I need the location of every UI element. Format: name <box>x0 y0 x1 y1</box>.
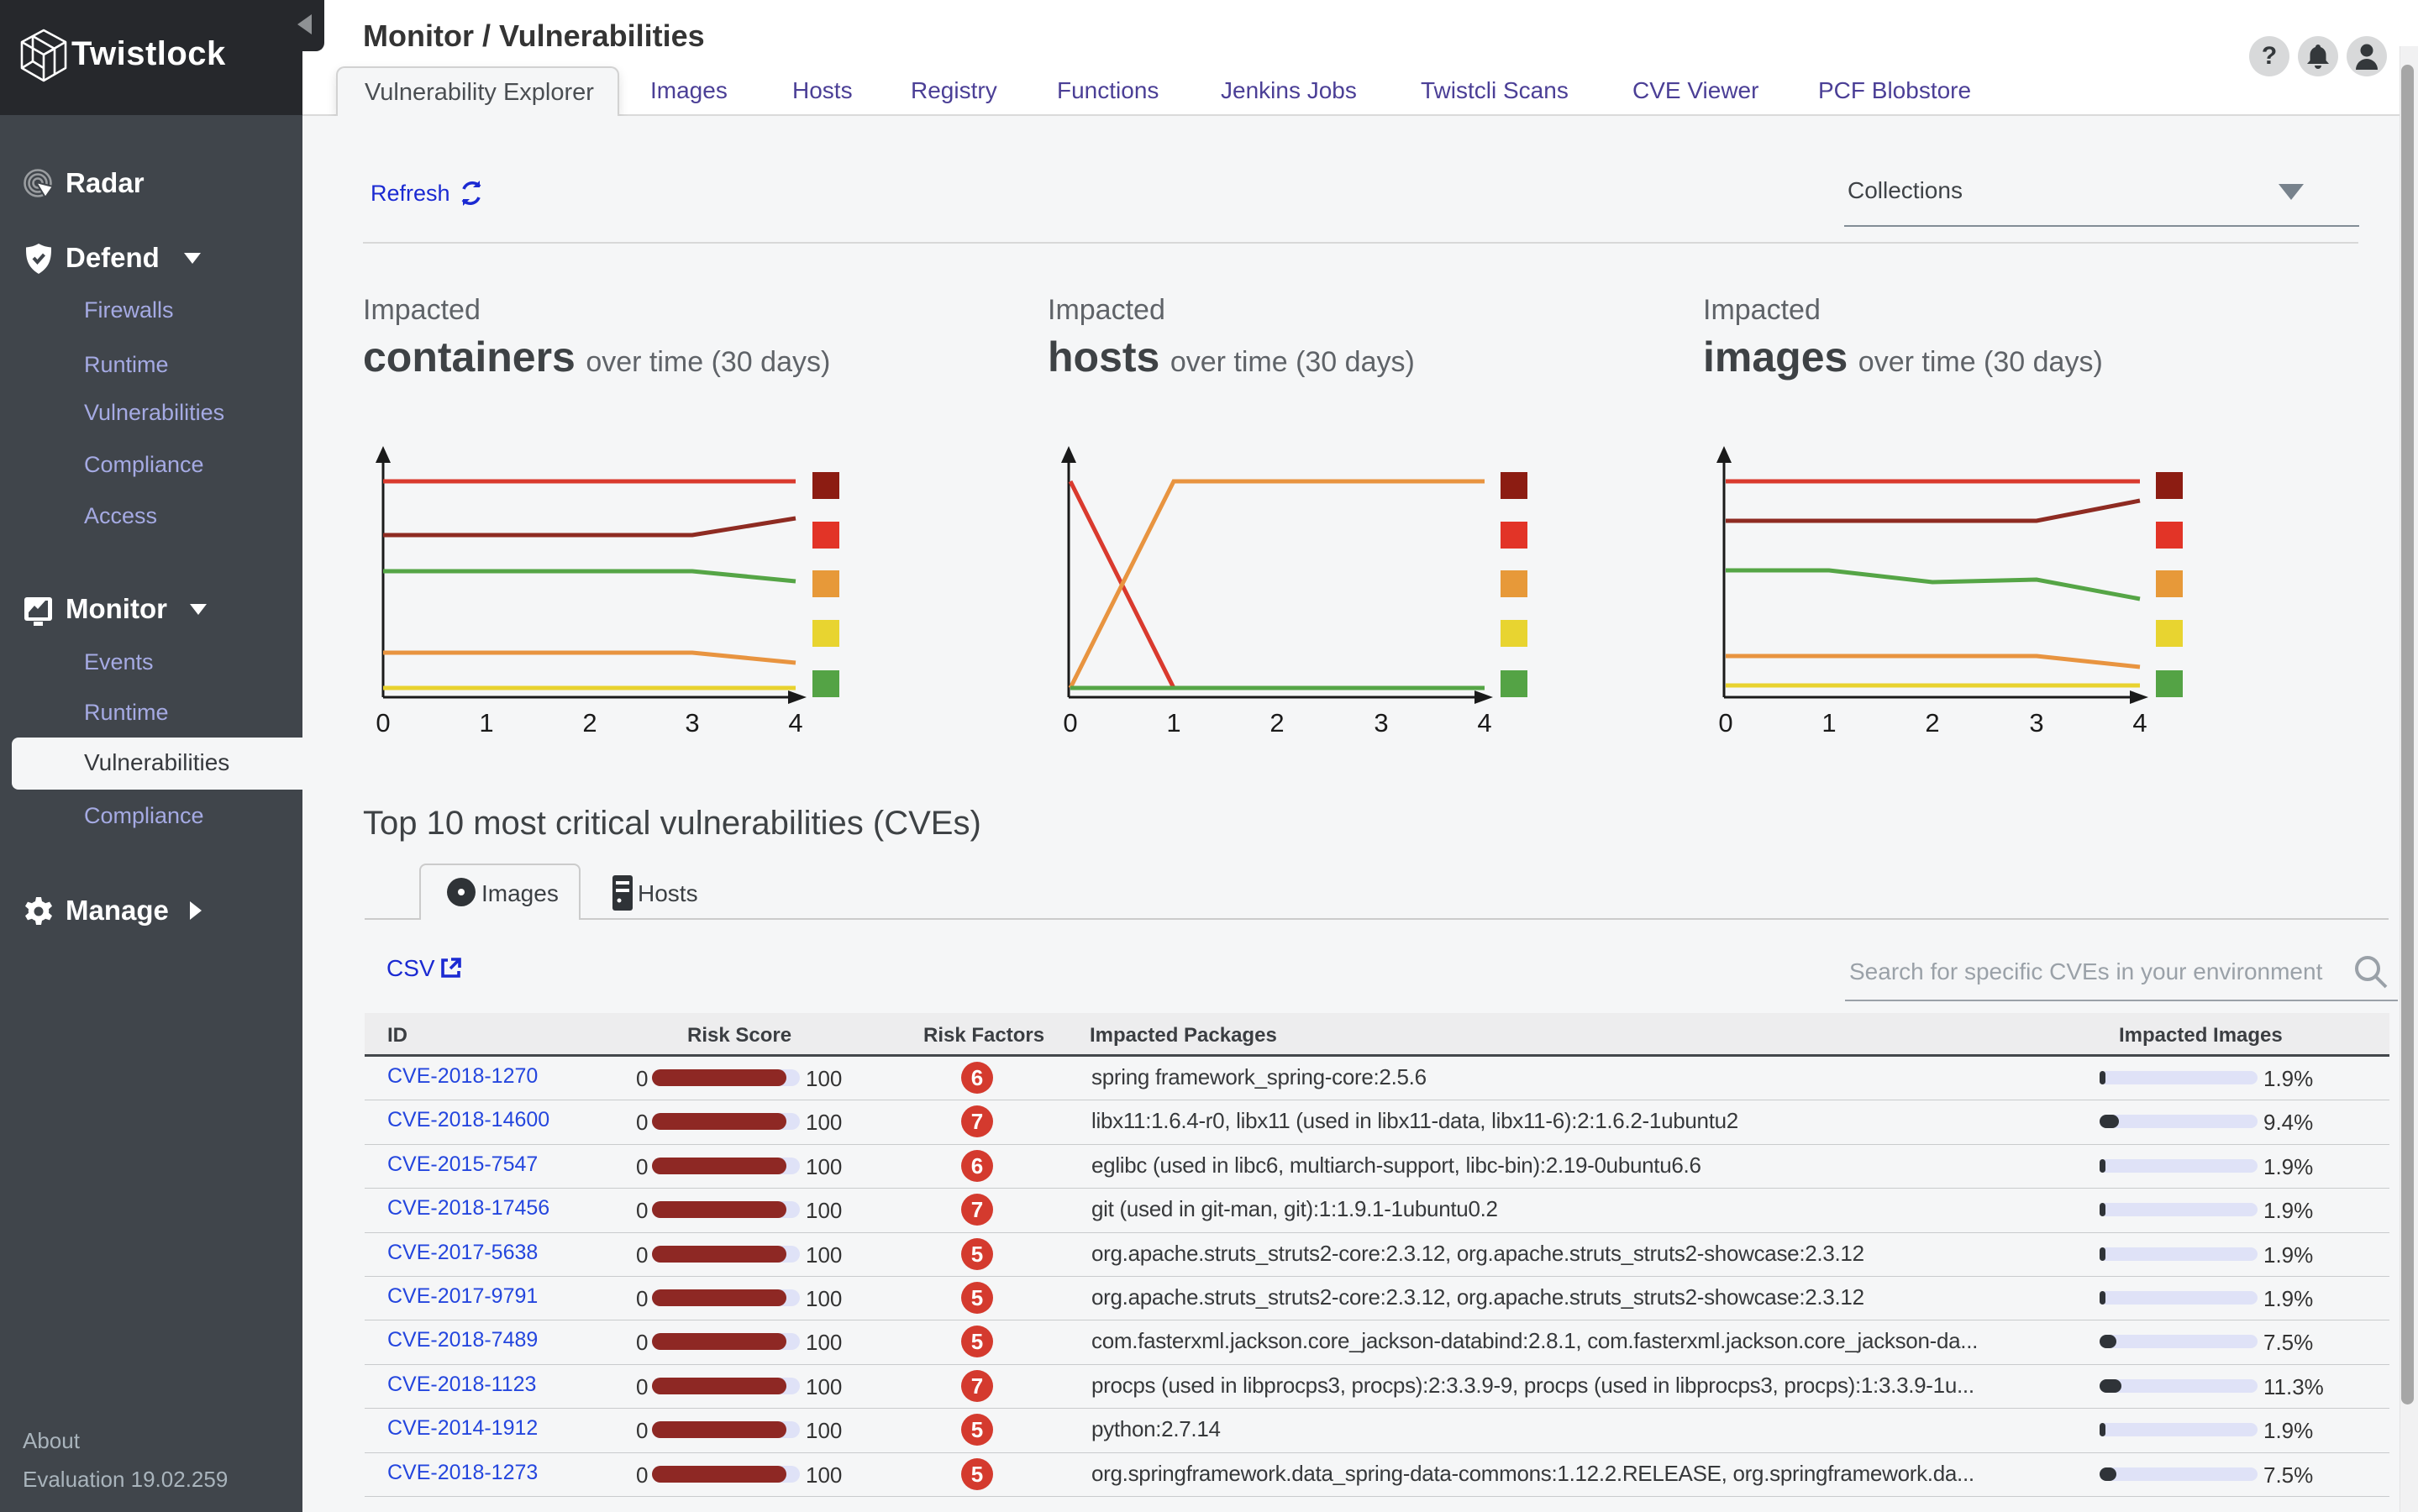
svg-text:3: 3 <box>2029 708 2043 738</box>
svg-text:4: 4 <box>788 708 802 738</box>
svg-text:3: 3 <box>685 708 699 738</box>
svg-text:2: 2 <box>582 708 597 738</box>
svg-text:1: 1 <box>1821 708 1836 738</box>
svg-text:3: 3 <box>1374 708 1388 738</box>
svg-text:0: 0 <box>376 708 390 738</box>
svg-text:0: 0 <box>1718 708 1732 738</box>
svg-text:4: 4 <box>2132 708 2147 738</box>
svg-text:2: 2 <box>1925 708 1939 738</box>
svg-text:1: 1 <box>479 708 493 738</box>
svg-text:4: 4 <box>1477 708 1491 738</box>
svg-text:0: 0 <box>1063 708 1077 738</box>
svg-text:2: 2 <box>1269 708 1284 738</box>
svg-text:1: 1 <box>1166 708 1180 738</box>
